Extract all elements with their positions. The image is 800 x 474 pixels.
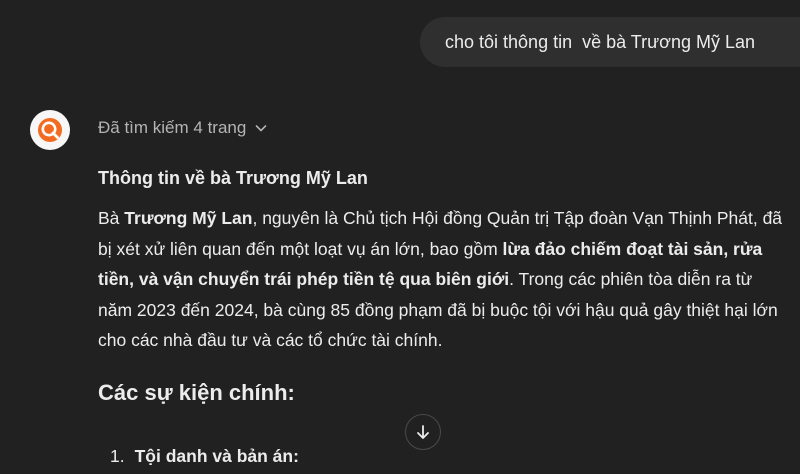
arrow-down-icon	[417, 425, 429, 439]
paragraph-text-1: Bà	[98, 208, 125, 228]
scroll-to-bottom-button[interactable]	[405, 414, 441, 450]
list-item: 1. Tội danh và bản án:	[110, 443, 299, 469]
search-status-label: Đã tìm kiếm 4 trang	[98, 118, 247, 137]
chevron-down-icon	[256, 125, 267, 132]
paragraph-bold-name: Trương Mỹ Lan	[124, 208, 253, 228]
assistant-response: Thông tin về bà Trương Mỹ Lan Bà Trương …	[98, 164, 790, 408]
section-title: Các sự kiện chính:	[98, 379, 295, 405]
list-item-number: 1.	[110, 446, 125, 466]
response-paragraph: Bà Trương Mỹ Lan, nguyên là Chủ tịch Hội…	[98, 203, 790, 356]
user-message-text: cho tôi thông tin về bà Trương Mỹ Lan	[445, 31, 756, 52]
user-message-bubble: cho tôi thông tin về bà Trương Mỹ Lan	[420, 17, 800, 67]
assistant-avatar	[30, 110, 70, 150]
search-logo-icon	[38, 118, 62, 142]
search-sources-toggle[interactable]: Đã tìm kiếm 4 trang	[98, 118, 268, 138]
list-item-title: Tội danh và bản án:	[134, 446, 299, 466]
response-heading: Thông tin về bà Trương Mỹ Lan	[98, 168, 368, 188]
